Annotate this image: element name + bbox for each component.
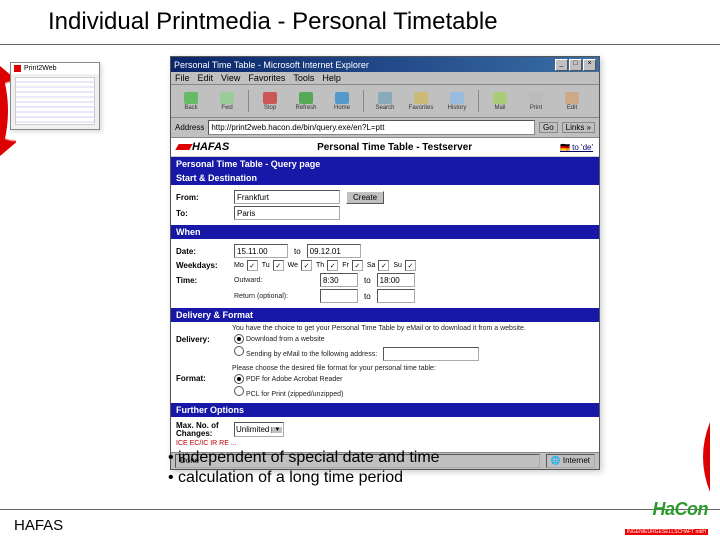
- create-button[interactable]: Create: [346, 191, 384, 204]
- weekdays-label: Weekdays:: [176, 261, 228, 270]
- radio-pcl[interactable]: [234, 386, 244, 396]
- language-link[interactable]: 🇩🇪 to 'de': [560, 143, 593, 152]
- from-input[interactable]: [234, 190, 340, 204]
- menu-file[interactable]: File: [175, 73, 190, 83]
- search-button[interactable]: Search: [368, 87, 402, 115]
- radio-pdf[interactable]: [234, 374, 244, 384]
- radio-email[interactable]: [234, 346, 244, 356]
- refresh-button[interactable]: Refresh: [289, 87, 323, 115]
- section-delivery: Delivery & Format: [171, 308, 599, 322]
- page-content: HAFAS Personal Time Table - Testserver 🇩…: [171, 138, 599, 452]
- cb-mo[interactable]: ✓: [247, 260, 258, 271]
- footer-right: HaCon INGENIEURGESELLSCHAFT mbH: [625, 499, 708, 538]
- edit-button[interactable]: Edit: [555, 87, 589, 115]
- products-row: ICE EC/IC IR RE ...: [176, 440, 594, 447]
- favorites-button[interactable]: Favorites: [404, 87, 438, 115]
- time-out-start[interactable]: [320, 273, 358, 287]
- time-label: Time:: [176, 276, 228, 285]
- links-button[interactable]: Links »: [562, 122, 595, 133]
- time-out-end[interactable]: [377, 273, 415, 287]
- format-label: Format:: [176, 374, 228, 383]
- footer-left: HAFAS: [14, 517, 63, 534]
- from-label: From:: [176, 193, 228, 202]
- section-when: When: [171, 225, 599, 239]
- maxchg-label: Max. No. of Changes:: [176, 422, 228, 438]
- address-input[interactable]: [208, 120, 535, 135]
- return-label: Return (optional):: [234, 293, 314, 300]
- cb-tu[interactable]: ✓: [273, 260, 284, 271]
- history-button[interactable]: History: [440, 87, 474, 115]
- hafas-logo: HAFAS: [177, 141, 229, 153]
- bullet-2: • calculation of a long time period: [168, 468, 440, 488]
- to-label: To:: [176, 209, 228, 218]
- address-bar: Address Go Links »: [171, 118, 599, 138]
- time-ret-start[interactable]: [320, 289, 358, 303]
- mail-button[interactable]: Mail: [483, 87, 517, 115]
- cb-su[interactable]: ✓: [405, 260, 416, 271]
- time-ret-end[interactable]: [377, 289, 415, 303]
- menu-help[interactable]: Help: [322, 73, 341, 83]
- section-further: Further Options: [171, 403, 599, 417]
- menu-tools[interactable]: Tools: [293, 73, 314, 83]
- maximize-button[interactable]: □: [569, 59, 582, 71]
- forward-button[interactable]: Fwd: [210, 87, 244, 115]
- home-button[interactable]: Home: [325, 87, 359, 115]
- section-query: Personal Time Table - Query page: [171, 157, 599, 171]
- cb-sa[interactable]: ✓: [378, 260, 389, 271]
- menu-view[interactable]: View: [221, 73, 240, 83]
- window-titlebar: Personal Time Table - Microsoft Internet…: [171, 57, 599, 72]
- cb-th[interactable]: ✓: [327, 260, 338, 271]
- thumb-label: Print2Web: [24, 65, 57, 72]
- slide-title: Individual Printmedia - Personal Timetab…: [0, 0, 720, 45]
- menubar: File Edit View Favorites Tools Help: [171, 72, 599, 85]
- hacon-logo: HaCon: [625, 499, 708, 520]
- section-startdest: Start & Destination: [171, 171, 599, 185]
- red-accent-right: [698, 422, 710, 492]
- print-button[interactable]: Print: [519, 87, 553, 115]
- hacon-subtitle: INGENIEURGESELLSCHAFT mbH: [625, 529, 708, 535]
- window-title: Personal Time Table - Microsoft Internet…: [174, 60, 369, 70]
- date-end-input[interactable]: [307, 244, 361, 258]
- print2web-thumbnail: Print2Web: [10, 62, 100, 130]
- address-label: Address: [175, 123, 204, 132]
- date-label: Date:: [176, 247, 228, 256]
- delivery-intro: You have the choice to get your Personal…: [232, 325, 594, 332]
- slide-bullets: • independent of special date and time •…: [168, 448, 440, 488]
- back-button[interactable]: Back: [174, 87, 208, 115]
- minimize-button[interactable]: _: [555, 59, 568, 71]
- to-input[interactable]: [234, 206, 340, 220]
- menu-edit[interactable]: Edit: [198, 73, 214, 83]
- maxchg-select[interactable]: Unlimited▼: [234, 422, 284, 437]
- radio-download[interactable]: [234, 334, 244, 344]
- go-button[interactable]: Go: [539, 122, 558, 133]
- outward-label: Outward:: [234, 277, 314, 284]
- bullet-1: • independent of special date and time: [168, 448, 440, 468]
- close-button[interactable]: ×: [583, 59, 596, 71]
- weekdays-group: Mo✓ Tu✓ We✓ Th✓ Fr✓ Sa✓ Su✓: [234, 260, 417, 271]
- toolbar: Back Fwd Stop Refresh Home Search Favori…: [171, 85, 599, 118]
- date-start-input[interactable]: [234, 244, 288, 258]
- status-zone: 🌐 Internet: [546, 454, 595, 468]
- menu-favorites[interactable]: Favorites: [248, 73, 285, 83]
- browser-window: Personal Time Table - Microsoft Internet…: [170, 56, 600, 470]
- delivery-label: Delivery:: [176, 335, 228, 344]
- cb-we[interactable]: ✓: [301, 260, 312, 271]
- format-intro: Please choose the desired file format fo…: [232, 365, 594, 372]
- cb-fr[interactable]: ✓: [352, 260, 363, 271]
- email-input[interactable]: [383, 347, 479, 361]
- page-heading: Personal Time Table - Testserver: [229, 142, 560, 153]
- stop-button[interactable]: Stop: [253, 87, 287, 115]
